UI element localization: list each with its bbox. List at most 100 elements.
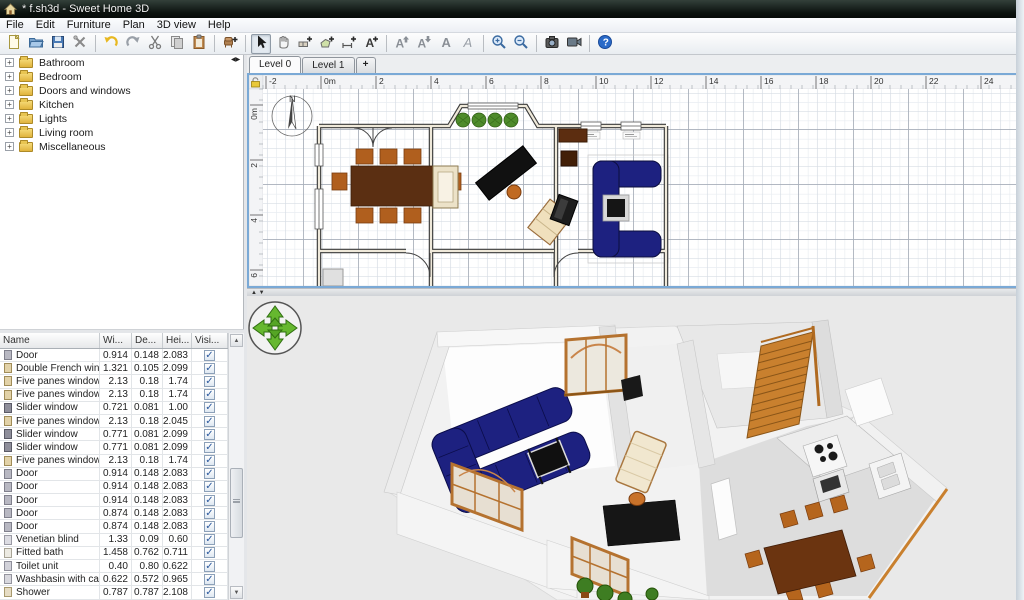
table-row[interactable]: Door0.9140.1482.083✓ (0, 481, 244, 494)
plan-appliance[interactable] (323, 269, 343, 286)
visible-checkbox[interactable]: ✓ (204, 481, 215, 492)
create-walls-button[interactable] (295, 34, 315, 54)
sidebar-item-bedroom[interactable]: +Bedroom (0, 70, 243, 83)
table-row[interactable]: Door0.9140.1482.083✓ (0, 494, 244, 507)
expander-plus-icon[interactable]: + (5, 58, 14, 67)
sidebar-item-doors-and-windows[interactable]: +Doors and windows (0, 84, 243, 97)
column-header-de[interactable]: De... (132, 333, 163, 348)
visible-checkbox[interactable]: ✓ (204, 547, 215, 558)
create-dimensions-button[interactable] (339, 34, 359, 54)
expander-plus-icon[interactable]: + (5, 100, 14, 109)
add-level-tab[interactable]: + (356, 57, 376, 73)
sidebar-item-kitchen[interactable]: +Kitchen (0, 98, 243, 111)
plan-canvas[interactable]: -20m24681012141618202224 0m246 N (249, 75, 1022, 286)
cut-button[interactable] (145, 34, 165, 54)
menu-plan[interactable]: Plan (117, 18, 151, 33)
sidebar-item-living-room[interactable]: +Living room (0, 126, 243, 139)
table-row[interactable]: Toilet unit0.400.800.622✓ (0, 560, 244, 573)
table-row[interactable]: Fitted bath1.4580.7620.711✓ (0, 547, 244, 560)
visible-checkbox[interactable]: ✓ (204, 587, 215, 598)
enlarge-text-button[interactable]: A (392, 34, 412, 54)
visible-checkbox[interactable]: ✓ (204, 429, 215, 440)
visible-checkbox[interactable]: ✓ (204, 455, 215, 466)
table-scrollbar[interactable]: ▲ ▼ (228, 333, 244, 600)
table-row[interactable]: Venetian blind1.330.090.60✓ (0, 534, 244, 547)
table-row[interactable]: Double French win...1.3210.1052.099✓ (0, 362, 244, 375)
copy-button[interactable] (167, 34, 187, 54)
create-photo-button[interactable] (542, 34, 562, 54)
menu-furniture[interactable]: Furniture (61, 18, 117, 33)
visible-checkbox[interactable]: ✓ (204, 416, 215, 427)
table-row[interactable]: Door0.8740.1482.083✓ (0, 507, 244, 520)
scene-3d[interactable] (247, 296, 1024, 600)
plan-armchair[interactable] (433, 166, 458, 208)
toggle-bold-button[interactable]: A (436, 34, 456, 54)
visible-checkbox[interactable]: ✓ (204, 495, 215, 506)
visible-checkbox[interactable]: ✓ (204, 521, 215, 532)
add-furniture-button[interactable] (220, 34, 240, 54)
visible-checkbox[interactable]: ✓ (204, 574, 215, 585)
3d-navigation-widget[interactable] (249, 302, 301, 354)
visible-checkbox[interactable]: ✓ (204, 534, 215, 545)
scrollbar-thumb[interactable] (230, 468, 243, 538)
plan-dresser[interactable] (559, 129, 587, 142)
plan-cabinet[interactable] (561, 151, 577, 166)
expander-plus-icon[interactable]: + (5, 128, 14, 137)
titlebar[interactable]: * f.sh3d - Sweet Home 3D (0, 0, 1024, 18)
select-tool-button[interactable] (251, 34, 271, 54)
expander-plus-icon[interactable]: + (5, 72, 14, 81)
column-header-visi[interactable]: Visi... (192, 333, 228, 348)
create-video-button[interactable] (564, 34, 584, 54)
view-3d[interactable] (247, 296, 1024, 600)
tab-level-1[interactable]: Level 1 (302, 57, 354, 73)
menu-file[interactable]: File (0, 18, 30, 33)
paste-button[interactable] (189, 34, 209, 54)
pan-tool-button[interactable] (273, 34, 293, 54)
scroll-up-icon[interactable]: ▲ (230, 334, 243, 347)
visible-checkbox[interactable]: ✓ (204, 561, 215, 572)
table-row[interactable]: Five panes window2.130.182.045✓ (0, 415, 244, 428)
reduce-text-button[interactable]: A (414, 34, 434, 54)
column-header-hei[interactable]: Hei... (163, 333, 192, 348)
table-row[interactable]: Five panes window2.130.181.74✓ (0, 389, 244, 402)
open-button[interactable] (26, 34, 46, 54)
create-text-button[interactable]: A (361, 34, 381, 54)
sidebar-item-bathroom[interactable]: +Bathroom (0, 56, 243, 69)
toggle-italic-button[interactable]: A (458, 34, 478, 54)
redo-button[interactable] (123, 34, 143, 54)
column-header-name[interactable]: Name (0, 333, 100, 348)
plan-stool[interactable] (507, 185, 521, 199)
expander-plus-icon[interactable]: + (5, 86, 14, 95)
table-row[interactable]: Door0.9140.1482.083✓ (0, 468, 244, 481)
visible-checkbox[interactable]: ✓ (204, 389, 215, 400)
table-row[interactable]: Slider window0.7210.0811.00✓ (0, 402, 244, 415)
zoom-in-button[interactable] (489, 34, 509, 54)
plan-3d-splitter[interactable]: ▲ ▼ (247, 288, 1024, 296)
table-row[interactable]: Slider window0.7710.0812.099✓ (0, 428, 244, 441)
visible-checkbox[interactable]: ✓ (204, 402, 215, 413)
table-row[interactable]: Five panes window2.130.181.74✓ (0, 375, 244, 388)
menu-edit[interactable]: Edit (30, 18, 61, 33)
new-home-button[interactable] (4, 34, 24, 54)
create-rooms-button[interactable] (317, 34, 337, 54)
menu-3d-view[interactable]: 3D view (151, 18, 202, 33)
visible-checkbox[interactable]: ✓ (204, 442, 215, 453)
tab-level-0[interactable]: Level 0 (249, 56, 301, 73)
visible-checkbox[interactable]: ✓ (204, 508, 215, 519)
help-button[interactable]: ? (595, 34, 615, 54)
table-row[interactable]: Shower0.7870.7872.108✓ (0, 586, 244, 599)
visible-checkbox[interactable]: ✓ (204, 468, 215, 479)
furniture-list-table[interactable]: NameWi...De...Hei...Visi...Door0.9140.14… (0, 333, 244, 600)
undo-button[interactable] (101, 34, 121, 54)
table-row[interactable]: Door0.8740.1482.083✓ (0, 520, 244, 533)
sidebar-item-miscellaneous[interactable]: +Miscellaneous (0, 140, 243, 153)
menu-help[interactable]: Help (202, 18, 237, 33)
plan-view[interactable]: -20m24681012141618202224 0m246 N (247, 73, 1024, 288)
sidebar-item-lights[interactable]: +Lights (0, 112, 243, 125)
visible-checkbox[interactable]: ✓ (204, 350, 215, 361)
save-button[interactable] (48, 34, 68, 54)
furniture-catalog-tree[interactable]: +Bathroom+Bedroom+Doors and windows+Kitc… (0, 55, 244, 329)
visible-checkbox[interactable]: ✓ (204, 376, 215, 387)
visible-checkbox[interactable]: ✓ (204, 363, 215, 374)
table-row[interactable]: Slider window0.7710.0812.099✓ (0, 441, 244, 454)
